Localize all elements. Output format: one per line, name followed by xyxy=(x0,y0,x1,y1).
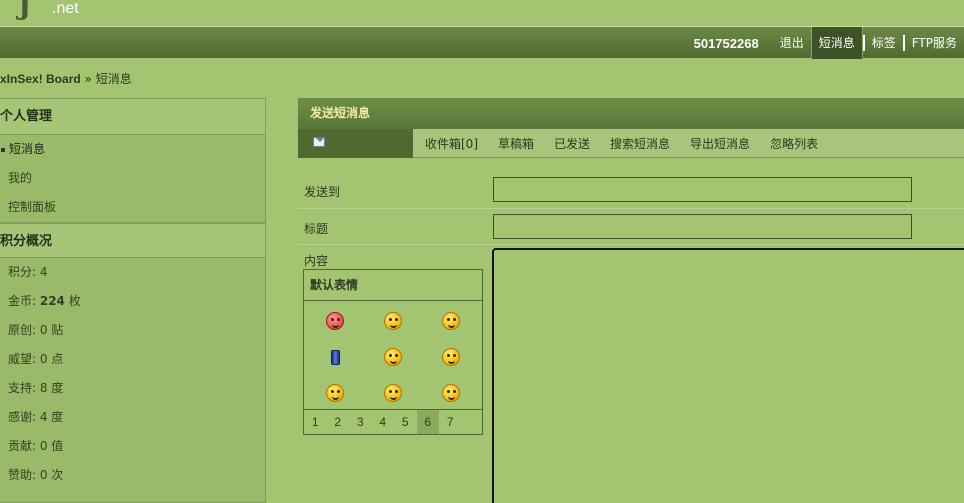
surprised-face-icon xyxy=(442,312,460,330)
smilies-grid xyxy=(304,301,482,411)
stat-sponsor: 赞助: 0 次 xyxy=(0,461,265,490)
confused-face-icon xyxy=(442,384,460,402)
stat-label: 威望: 0 点 xyxy=(8,352,64,366)
smilies-page-6[interactable]: 6 xyxy=(416,410,439,434)
envelope-icon xyxy=(313,136,325,147)
subject-label: 标题 xyxy=(304,222,329,236)
sidebar-section-personal: 个人管理 xyxy=(0,99,265,135)
tab-export[interactable]: 导出短消息 xyxy=(680,135,760,152)
smiley-can[interactable] xyxy=(306,339,364,375)
stat-points: 积分: 4 xyxy=(0,258,265,287)
grin-face-icon xyxy=(326,384,344,402)
smiley-smile[interactable] xyxy=(364,303,422,339)
message-content-textarea[interactable] xyxy=(492,248,964,503)
sidebar: 个人管理 短消息 我的 控制面板 积分概况 积分: 4 金币: 224 枚 原创… xyxy=(0,98,266,503)
stat-label: 贡献: 0 值 xyxy=(8,439,64,453)
can-icon xyxy=(330,349,340,365)
username-link[interactable]: 501752268 xyxy=(684,36,773,51)
message-tabs: 收件箱[0] 草稿箱 已发送 搜索短消息 导出短消息 忽略列表 xyxy=(298,128,964,158)
messages-link[interactable]: 短消息 xyxy=(810,27,863,59)
happy-face-icon xyxy=(384,384,402,402)
ftp-link[interactable]: FTP服务 xyxy=(905,27,964,59)
stat-label: 积分: 4 xyxy=(8,265,48,279)
logout-link[interactable]: 退出 xyxy=(773,27,811,59)
sidebar-item-label: 我的 xyxy=(8,171,33,185)
site-logo-suffix: .net xyxy=(52,0,79,17)
smiley-happy[interactable] xyxy=(364,375,422,411)
sidebar-item-messages[interactable]: 短消息 xyxy=(0,135,265,164)
smilies-title: 默认表情 xyxy=(304,270,482,301)
top-navbar: 501752268 退出 短消息 标签 FTP服务 xyxy=(0,26,964,59)
sidebar-item-mine[interactable]: 我的 xyxy=(0,164,265,193)
tab-inbox[interactable]: 收件箱[0] xyxy=(415,135,488,152)
tab-sent[interactable]: 已发送 xyxy=(544,135,600,152)
smilies-pager: 1 2 3 4 5 6 7 xyxy=(304,409,482,434)
smiley-angry[interactable] xyxy=(306,303,364,339)
stat-original: 原创: 0 贴 xyxy=(0,316,265,345)
stat-unit: 枚 xyxy=(64,294,81,308)
tab-drafts[interactable]: 草稿箱 xyxy=(488,135,544,152)
stat-label: 感谢: 4 度 xyxy=(8,410,64,424)
smilies-page-5[interactable]: 5 xyxy=(394,410,417,434)
content-label: 内容 xyxy=(304,254,329,268)
recipient-input[interactable] xyxy=(493,177,912,202)
tab-compose[interactable] xyxy=(298,128,413,158)
breadcrumb: xInSex! Board » 短消息 xyxy=(0,70,132,87)
angry-face-icon xyxy=(326,312,344,330)
smilies-page-2[interactable]: 2 xyxy=(327,410,350,434)
recipient-row: 发送到 xyxy=(298,172,964,209)
stat-prestige: 威望: 0 点 xyxy=(0,345,265,374)
sidebar-section-credits: 积分概况 xyxy=(0,222,265,258)
stat-thanks: 感谢: 4 度 xyxy=(0,403,265,432)
site-logo[interactable]: J xyxy=(18,0,31,21)
nav-links: 501752268 退出 短消息 标签 FTP服务 xyxy=(684,27,964,59)
bullet-icon xyxy=(1,147,5,152)
sidebar-item-control-panel[interactable]: 控制面板 xyxy=(0,193,265,222)
stat-value: 224 xyxy=(39,294,65,308)
stat-gold: 金币: 224 枚 xyxy=(0,287,265,316)
subject-row: 标题 xyxy=(298,209,964,245)
tab-ignore-list[interactable]: 忽略列表 xyxy=(760,135,828,152)
smilies-panel: 默认表情 1 2 3 4 5 6 7 xyxy=(303,269,483,435)
smilies-page-4[interactable]: 4 xyxy=(372,410,395,434)
main-panel: 发送短消息 收件箱[0] 草稿箱 已发送 搜索短消息 导出短消息 忽略列表 发送… xyxy=(298,98,964,503)
recipient-label: 发送到 xyxy=(304,185,341,199)
smilies-page-3[interactable]: 3 xyxy=(349,410,372,434)
stat-label: 赞助: 0 次 xyxy=(8,468,64,482)
tab-search[interactable]: 搜索短消息 xyxy=(600,135,680,152)
smilies-page-1[interactable]: 1 xyxy=(304,410,327,434)
smile-face-icon xyxy=(384,312,402,330)
page-title: 发送短消息 xyxy=(298,98,964,129)
stat-support: 支持: 8 度 xyxy=(0,374,265,403)
subject-input[interactable] xyxy=(493,214,912,239)
breadcrumb-board-link[interactable]: xInSex! Board xyxy=(0,72,81,86)
smiley-worried[interactable] xyxy=(422,339,480,375)
smiley-surprised[interactable] xyxy=(422,303,480,339)
worried-face-icon xyxy=(442,348,460,366)
breadcrumb-separator: » xyxy=(80,72,96,86)
smilies-page-7[interactable]: 7 xyxy=(439,410,462,434)
breadcrumb-current: 短消息 xyxy=(95,72,132,86)
smiley-confused[interactable] xyxy=(422,375,480,411)
stat-label: 原创: 0 贴 xyxy=(8,323,64,337)
sidebar-item-label: 短消息 xyxy=(9,142,46,156)
sidebar-item-label: 控制面板 xyxy=(8,200,57,214)
top-header: J .net xyxy=(0,0,964,26)
stat-label: 支持: 8 度 xyxy=(8,381,64,395)
stat-label: 金币: xyxy=(8,294,40,308)
stat-contribution: 贡献: 0 值 xyxy=(0,432,265,461)
love-face-icon xyxy=(384,348,402,366)
smiley-grin[interactable] xyxy=(306,375,364,411)
smiley-love[interactable] xyxy=(364,339,422,375)
tags-link[interactable]: 标签 xyxy=(865,27,903,59)
